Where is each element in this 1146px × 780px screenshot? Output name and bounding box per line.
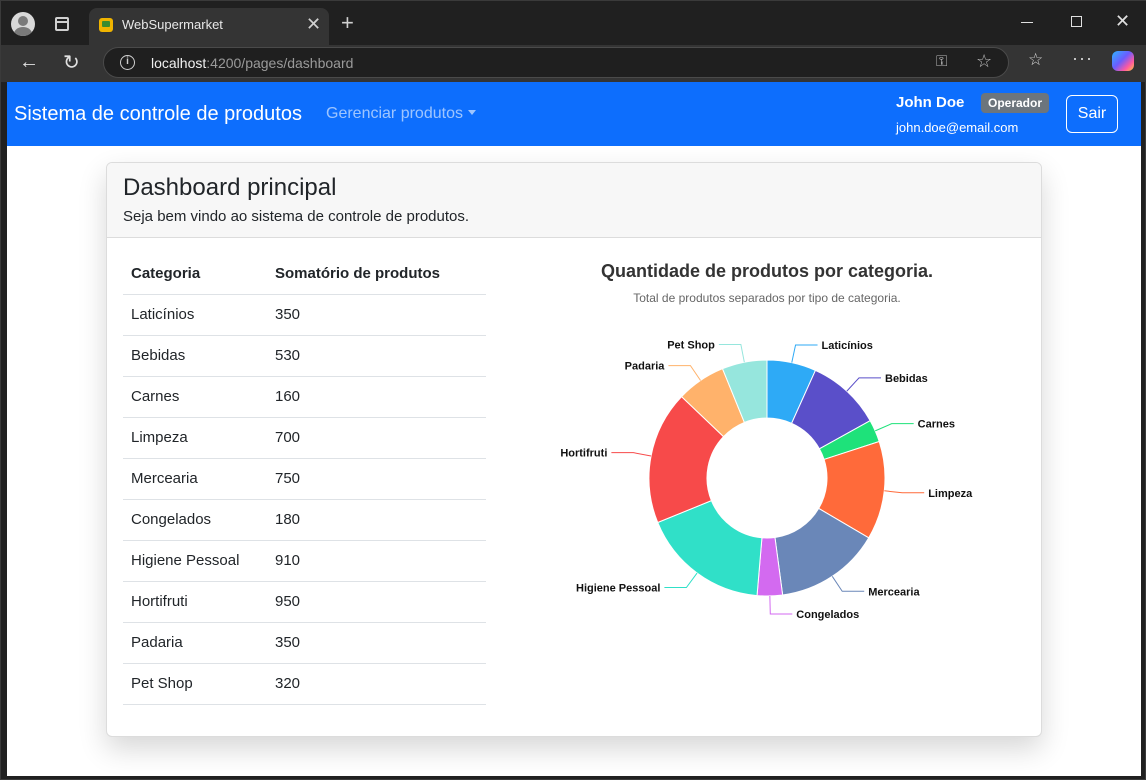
navbar-brand[interactable]: Sistema de controle de produtos — [14, 103, 302, 126]
sum-cell: 160 — [267, 376, 486, 418]
category-cell: Limpeza — [123, 417, 267, 459]
slice-label-higiene-pessoal: Higiene Pessoal — [576, 583, 660, 595]
column-header-sum: Somatório de produtos — [267, 253, 486, 295]
logout-button[interactable]: Sair — [1066, 95, 1118, 133]
caret-down-icon — [467, 110, 476, 115]
category-chart: Quantidade de produtos por categoria. To… — [547, 253, 987, 653]
table-row: Carnes 160 — [123, 376, 486, 418]
chart-title: Quantidade de produtos por categoria. — [600, 261, 934, 281]
category-cell: Higiene Pessoal — [123, 540, 267, 582]
sum-cell: 180 — [267, 499, 486, 541]
browser-toolbar: ← ↻ i localhost:4200/pages/dashboard ⚿ ☆ — [1, 45, 1146, 82]
slice-label-carnes: Carnes — [918, 419, 955, 431]
leader-line-hortifruti — [611, 452, 652, 457]
back-arrow-icon[interactable]: ← — [19, 51, 39, 74]
favicon-icon — [99, 18, 113, 32]
sum-cell: 700 — [267, 417, 486, 459]
category-table: Categoria Somatório de produtos Laticíni… — [123, 253, 486, 705]
category-cell: Congelados — [123, 499, 267, 541]
favorite-star-icon[interactable]: ☆ — [976, 51, 992, 72]
sum-cell: 350 — [267, 622, 486, 664]
tab-title: WebSupermarket — [122, 17, 223, 32]
maximize-icon[interactable] — [1071, 16, 1082, 27]
table-row: Pet Shop 320 — [123, 663, 486, 705]
sum-cell: 950 — [267, 581, 486, 623]
url-host: localhost — [151, 55, 207, 71]
table-row: Limpeza 700 — [123, 417, 486, 459]
leader-line-laticinios — [791, 344, 818, 363]
copilot-icon[interactable] — [1112, 51, 1134, 71]
category-cell: Pet Shop — [123, 663, 267, 705]
slice-label-mercearia: Mercearia — [868, 586, 920, 598]
table-header-row: Categoria Somatório de produtos — [123, 253, 486, 295]
leader-line-padaria — [668, 365, 701, 381]
table-row: Congelados 180 — [123, 499, 486, 541]
slice-label-padaria: Padaria — [625, 361, 666, 373]
sum-cell: 320 — [267, 663, 486, 705]
page-viewport: Sistema de controle de produtos Gerencia… — [7, 82, 1141, 776]
leader-line-carnes — [874, 423, 914, 432]
sum-cell: 750 — [267, 458, 486, 500]
user-name: John Doe — [896, 94, 965, 111]
more-menu-icon[interactable]: ··· — [1072, 48, 1093, 69]
role-badge: Operador — [981, 93, 1050, 113]
sum-cell: 530 — [267, 335, 486, 377]
slice-label-congelados: Congelados — [796, 609, 859, 621]
leader-line-congelados — [769, 595, 793, 615]
table-row: Laticínios 350 — [123, 294, 486, 336]
leader-line-mercearia — [831, 576, 865, 592]
table-row: Mercearia 750 — [123, 458, 486, 500]
slice-label-bebidas: Bebidas — [885, 373, 928, 385]
page-subtitle: Seja bem vindo ao sistema de controle de… — [123, 208, 470, 225]
leader-line-bebidas — [846, 377, 882, 392]
category-cell: Mercearia — [123, 458, 267, 500]
sum-cell: 350 — [267, 294, 486, 336]
key-icon[interactable]: ⚿ — [936, 53, 947, 70]
donut-chart: Laticínios Bebidas Carnes Limpeza Mercearia C… — [560, 340, 973, 621]
category-cell: Padaria — [123, 622, 267, 664]
address-bar[interactable]: i localhost:4200/pages/dashboard ⚿ ☆ — [103, 47, 1009, 78]
window-close-icon[interactable]: ✕ — [1115, 11, 1130, 31]
table-row: Padaria 350 — [123, 622, 486, 664]
leader-line-pet-shop — [718, 344, 745, 363]
slice-label-pet-shop: Pet Shop — [667, 340, 715, 352]
browser-window: WebSupermarket ✕ + ✕ ← ↻ i localhost:420… — [0, 0, 1146, 780]
leader-line-higiene-pessoal — [664, 572, 698, 589]
minimize-icon[interactable] — [1021, 15, 1035, 29]
slice-label-hortifruti: Hortifruti — [560, 448, 607, 460]
app-navbar: Sistema de controle de produtos Gerencia… — [7, 82, 1141, 146]
tab-close-icon[interactable]: ✕ — [306, 14, 321, 34]
column-header-category: Categoria — [123, 253, 267, 295]
manage-products-dropdown[interactable]: Gerenciar produtos — [326, 105, 476, 123]
category-cell: Hortifruti — [123, 581, 267, 623]
category-cell: Bebidas — [123, 335, 267, 377]
category-cell: Laticínios — [123, 294, 267, 336]
site-info-icon[interactable]: i — [120, 55, 135, 70]
card-header: Dashboard principal Seja bem vindo ao si… — [107, 163, 1041, 238]
slice-label-limpeza: Limpeza — [928, 488, 973, 500]
browser-tab[interactable]: WebSupermarket ✕ — [89, 8, 329, 45]
reload-icon[interactable]: ↻ — [63, 50, 80, 75]
url-text[interactable]: localhost:4200/pages/dashboard — [151, 55, 353, 71]
chart-subtitle: Total de produtos separados por tipo de … — [633, 291, 901, 305]
url-path: :4200/pages/dashboard — [206, 55, 354, 71]
sum-cell: 910 — [267, 540, 486, 582]
title-bar: WebSupermarket ✕ + ✕ — [1, 1, 1146, 45]
table-row: Higiene Pessoal 910 — [123, 540, 486, 582]
user-email: john.doe@email.com — [896, 120, 1019, 135]
category-cell: Carnes — [123, 376, 267, 418]
tab-actions-icon[interactable] — [55, 17, 69, 31]
leader-line-limpeza — [884, 490, 925, 494]
table-row: Bebidas 530 — [123, 335, 486, 377]
slice-label-laticinios: Laticínios — [822, 340, 873, 352]
table-row: Hortifruti 950 — [123, 581, 486, 623]
favorites-icon[interactable]: ☆ — [1028, 50, 1043, 70]
manage-products-label: Gerenciar produtos — [326, 105, 463, 122]
new-tab-icon[interactable]: + — [341, 11, 354, 35]
dashboard-card: Dashboard principal Seja bem vindo ao si… — [106, 162, 1042, 737]
profile-avatar-icon[interactable] — [11, 12, 35, 36]
page-title: Dashboard principal — [123, 174, 337, 201]
